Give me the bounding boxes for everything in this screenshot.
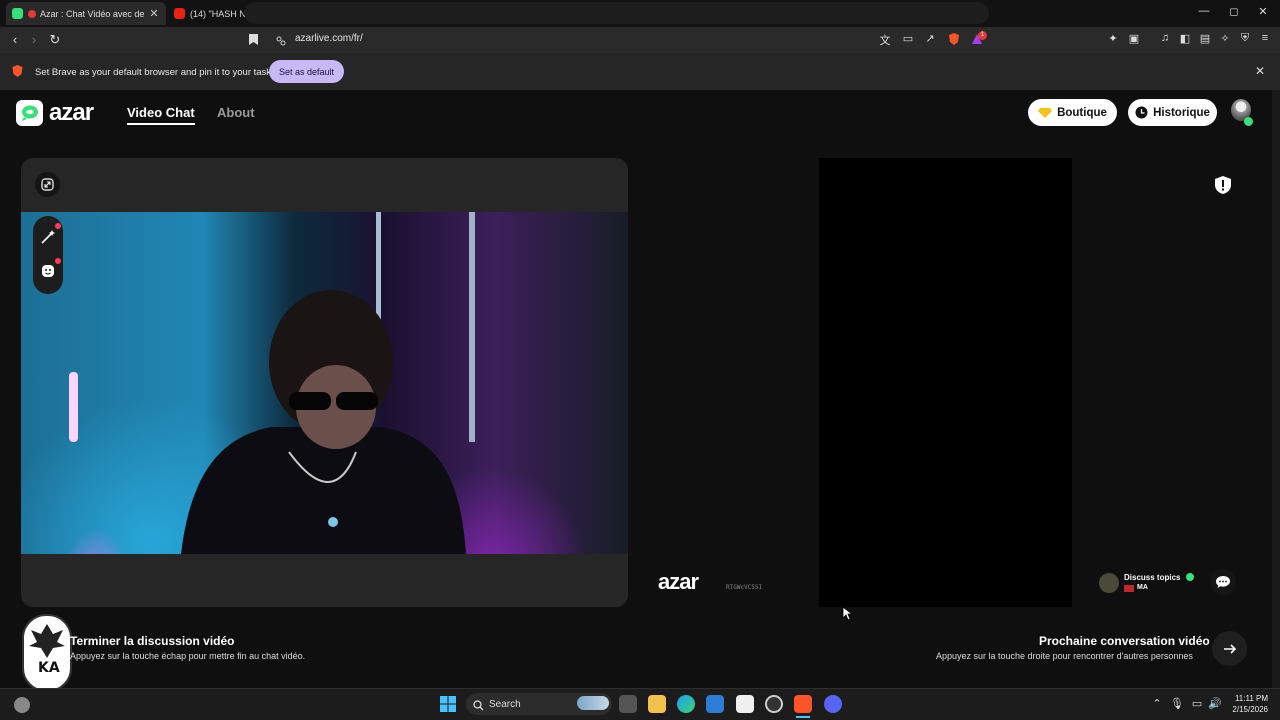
minimize-button[interactable]: — bbox=[1197, 5, 1211, 17]
next-chat-subtitle: Appuyez sur la touche droite pour rencon… bbox=[936, 651, 1193, 661]
music-icon[interactable]: ♫ bbox=[1158, 32, 1172, 44]
end-chat-subtitle: Appuyez sur la touche échap pour mettre … bbox=[70, 651, 306, 661]
clock-time[interactable]: 11:11 PM bbox=[1232, 694, 1268, 703]
store-icon[interactable] bbox=[706, 695, 724, 713]
notification-dot bbox=[55, 223, 61, 229]
menu-icon[interactable]: ≡ bbox=[1258, 32, 1272, 44]
partner-user-code: RTGWcVC5SI bbox=[726, 584, 763, 591]
reload-button[interactable]: ↻ bbox=[46, 31, 64, 49]
infobar-message: Set Brave as your default browser and pi… bbox=[35, 67, 285, 78]
azar-logo-text[interactable]: azar bbox=[49, 99, 94, 127]
taskbar-search-label: Search bbox=[489, 699, 521, 710]
partner-video-feed bbox=[819, 158, 1072, 607]
svg-text:KA: KA bbox=[38, 660, 60, 676]
mouse-cursor-icon bbox=[842, 606, 854, 621]
close-window-button[interactable]: ✕ bbox=[1256, 5, 1270, 18]
tray-overflow-icon[interactable]: ⌃ bbox=[1150, 697, 1164, 710]
sticker-face-icon[interactable] bbox=[39, 262, 57, 280]
azar-watermark: azar bbox=[658, 569, 699, 594]
tab-azar[interactable]: Azar : Chat Vidéo avec de no ✕ bbox=[6, 2, 166, 25]
weather-icon[interactable] bbox=[14, 697, 30, 713]
leo-ai-icon[interactable]: ✧ bbox=[1218, 32, 1232, 45]
expand-icon[interactable] bbox=[35, 172, 60, 197]
verified-icon bbox=[1186, 573, 1194, 581]
site-settings-icon[interactable] bbox=[275, 34, 287, 46]
forward-button[interactable]: › bbox=[25, 31, 43, 49]
tab-close-icon[interactable]: ✕ bbox=[148, 7, 160, 20]
windows-taskbar bbox=[0, 688, 1280, 720]
magic-wand-icon[interactable] bbox=[39, 228, 57, 246]
wallet-icon[interactable]: ▣ bbox=[1127, 32, 1141, 45]
arrow-right-icon bbox=[1223, 643, 1236, 654]
next-chat-title[interactable]: Prochaine conversation vidéo bbox=[1039, 634, 1210, 648]
set-as-default-button[interactable]: Set as default bbox=[269, 60, 344, 83]
url-text[interactable]: azarlive.com/fr/ bbox=[295, 33, 363, 44]
morocco-flag-icon bbox=[1124, 585, 1134, 592]
notification-dot bbox=[55, 258, 61, 264]
active-nav-underline bbox=[127, 123, 195, 125]
self-video-feed bbox=[21, 212, 628, 554]
historique-button[interactable]: Historique bbox=[1128, 99, 1217, 126]
share-icon[interactable]: ↗ bbox=[923, 32, 937, 45]
file-explorer-icon[interactable] bbox=[648, 695, 666, 713]
gem-icon bbox=[1038, 107, 1053, 118]
toolbar bbox=[0, 27, 1280, 53]
notepad-icon[interactable] bbox=[736, 695, 754, 713]
brave-taskbar-icon[interactable] bbox=[794, 695, 812, 713]
translate-icon[interactable]: 文 bbox=[878, 32, 892, 48]
maximize-button[interactable]: ◻ bbox=[1227, 5, 1241, 18]
task-view-icon[interactable] bbox=[619, 695, 637, 713]
brave-logo-icon bbox=[11, 64, 24, 78]
report-shield-icon[interactable] bbox=[1213, 175, 1233, 195]
azar-logo-icon[interactable] bbox=[16, 100, 43, 126]
chat-bubble-icon[interactable] bbox=[1210, 569, 1236, 595]
user-badge-logo: KA bbox=[22, 614, 72, 692]
discord-icon[interactable] bbox=[824, 695, 842, 713]
active-app-indicator bbox=[796, 716, 810, 718]
tab-title: Azar : Chat Vidéo avec de no bbox=[40, 8, 144, 19]
partner-country: MA bbox=[1137, 584, 1148, 591]
infobar-close-icon[interactable]: ✕ bbox=[1255, 64, 1265, 78]
nav-video-chat[interactable]: Video Chat bbox=[127, 105, 195, 120]
clock-icon bbox=[1135, 106, 1148, 119]
boutique-label: Boutique bbox=[1057, 106, 1107, 119]
extensions-icon[interactable]: ✦ bbox=[1106, 32, 1120, 45]
clock-date[interactable]: 2/15/2026 bbox=[1226, 705, 1268, 714]
microphone-icon[interactable]: 🎙 bbox=[1170, 697, 1184, 710]
bookmark-icon[interactable] bbox=[248, 33, 259, 46]
boutique-button[interactable]: Boutique bbox=[1028, 99, 1117, 126]
windows-start-icon[interactable] bbox=[440, 696, 456, 712]
cast-icon[interactable]: ▭ bbox=[901, 32, 915, 45]
brave-shields-icon[interactable] bbox=[947, 32, 961, 46]
recording-icon bbox=[28, 9, 36, 18]
youtube-favicon-icon bbox=[174, 8, 185, 19]
partner-avatar bbox=[1099, 573, 1119, 593]
vpn-icon[interactable]: ⛨ bbox=[1238, 32, 1252, 45]
nav-about[interactable]: About bbox=[217, 105, 255, 120]
edge-icon[interactable] bbox=[677, 695, 695, 713]
app-icon[interactable] bbox=[765, 695, 783, 713]
sidebar-icon[interactable]: ◧ bbox=[1178, 32, 1192, 45]
volume-icon[interactable]: 🔊 bbox=[1208, 697, 1222, 710]
rewards-badge: 1 bbox=[978, 31, 987, 40]
address-bar[interactable] bbox=[244, 2, 989, 24]
azar-favicon-icon bbox=[12, 8, 23, 19]
crypto-wallet-icon[interactable]: ▤ bbox=[1198, 32, 1212, 45]
display-icon[interactable]: ▭ bbox=[1190, 697, 1204, 710]
historique-label: Historique bbox=[1153, 106, 1210, 119]
online-status-icon bbox=[1244, 117, 1253, 126]
search-icon bbox=[473, 698, 484, 711]
end-chat-title[interactable]: Terminer la discussion vidéo bbox=[70, 634, 235, 648]
scrollbar[interactable] bbox=[1272, 90, 1280, 688]
discuss-topics-label[interactable]: Discuss topics bbox=[1124, 573, 1180, 582]
back-button[interactable]: ‹ bbox=[6, 31, 24, 49]
search-highlight-icon bbox=[577, 696, 609, 710]
next-arrow-button[interactable] bbox=[1212, 631, 1247, 666]
